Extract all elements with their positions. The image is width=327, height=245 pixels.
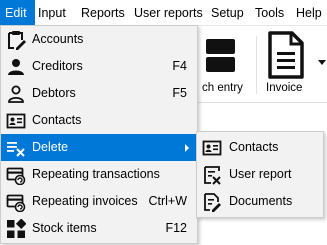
contact-card-icon (202, 140, 222, 156)
delete-list-icon (7, 142, 25, 157)
user-report-icon (204, 166, 221, 185)
submenu-item-user-report[interactable]: User report (197, 161, 323, 188)
document-edit-icon (204, 193, 221, 212)
submenu-item-contacts[interactable]: Contacts (197, 134, 323, 161)
menu-item-accounts[interactable]: Accounts (1, 26, 197, 53)
invoice-icon (268, 31, 304, 79)
menu-item-repeating-invoices[interactable]: Repeating invoices Ctrl+W (1, 188, 197, 215)
repeating-transactions-icon (6, 167, 26, 185)
repeating-invoices-icon (6, 194, 26, 212)
person-filled-icon (8, 59, 24, 75)
submenu-arrow-icon (185, 144, 189, 152)
menu-item-repeating-transactions[interactable]: Repeating transactions (1, 161, 197, 188)
toolbar-separator (256, 36, 257, 94)
menu-item-label: Repeating invoices (32, 194, 138, 208)
menu-tools[interactable]: Tools (255, 0, 284, 25)
submenu-item-label: Contacts (229, 140, 279, 154)
menu-item-contacts[interactable]: Contacts (1, 107, 197, 134)
menu-item-label: Delete (32, 140, 69, 154)
menu-setup[interactable]: Setup (211, 0, 244, 25)
shortcut-label: F5 (172, 86, 187, 100)
menu-help[interactable]: Help (296, 0, 322, 25)
menu-item-label: Accounts (32, 32, 84, 46)
menu-item-label: Contacts (32, 113, 82, 127)
menu-item-creditors[interactable]: Creditors F4 (1, 53, 197, 80)
shortcut-label: Ctrl+W (148, 194, 187, 208)
menu-reports[interactable]: Reports (81, 0, 125, 25)
menu-item-delete[interactable]: Delete (1, 134, 197, 161)
menu-item-label: Creditors (32, 59, 83, 73)
delete-submenu: Contacts User report Documents (196, 131, 324, 218)
edit-menu: Accounts Creditors F4 Debtors F5 Contact… (0, 25, 198, 244)
submenu-item-documents[interactable]: Documents (197, 188, 323, 215)
menu-user-reports[interactable]: User reports (134, 0, 203, 25)
batch-entry-button[interactable]: ch entry (200, 26, 255, 98)
shortcut-label: F4 (172, 59, 187, 73)
contact-card-icon (6, 113, 26, 129)
person-outline-icon (8, 85, 24, 103)
batch-entry-label: ch entry (202, 82, 243, 94)
shortcut-label: F12 (165, 221, 187, 235)
menu-input[interactable]: Input (38, 0, 66, 25)
stock-items-icon (7, 219, 26, 238)
submenu-item-label: Documents (229, 194, 293, 208)
menu-item-stock-items[interactable]: Stock items F12 (1, 215, 197, 242)
menu-edit[interactable]: Edit (0, 0, 35, 25)
clipboard-edit-icon (8, 31, 26, 50)
invoice-label: Invoice (266, 82, 303, 94)
menu-item-debtors[interactable]: Debtors F5 (1, 80, 197, 107)
menu-item-label: Repeating transactions (32, 167, 160, 181)
invoice-button[interactable]: Invoice (262, 26, 317, 98)
chevron-down-icon[interactable] (318, 60, 326, 66)
menu-bar: Edit Input Reports User reports Setup To… (0, 0, 327, 26)
batch-entry-icon (206, 39, 235, 72)
submenu-item-label: User report (229, 167, 292, 181)
menu-item-label: Debtors (32, 86, 76, 100)
menu-item-label: Stock items (32, 221, 97, 235)
